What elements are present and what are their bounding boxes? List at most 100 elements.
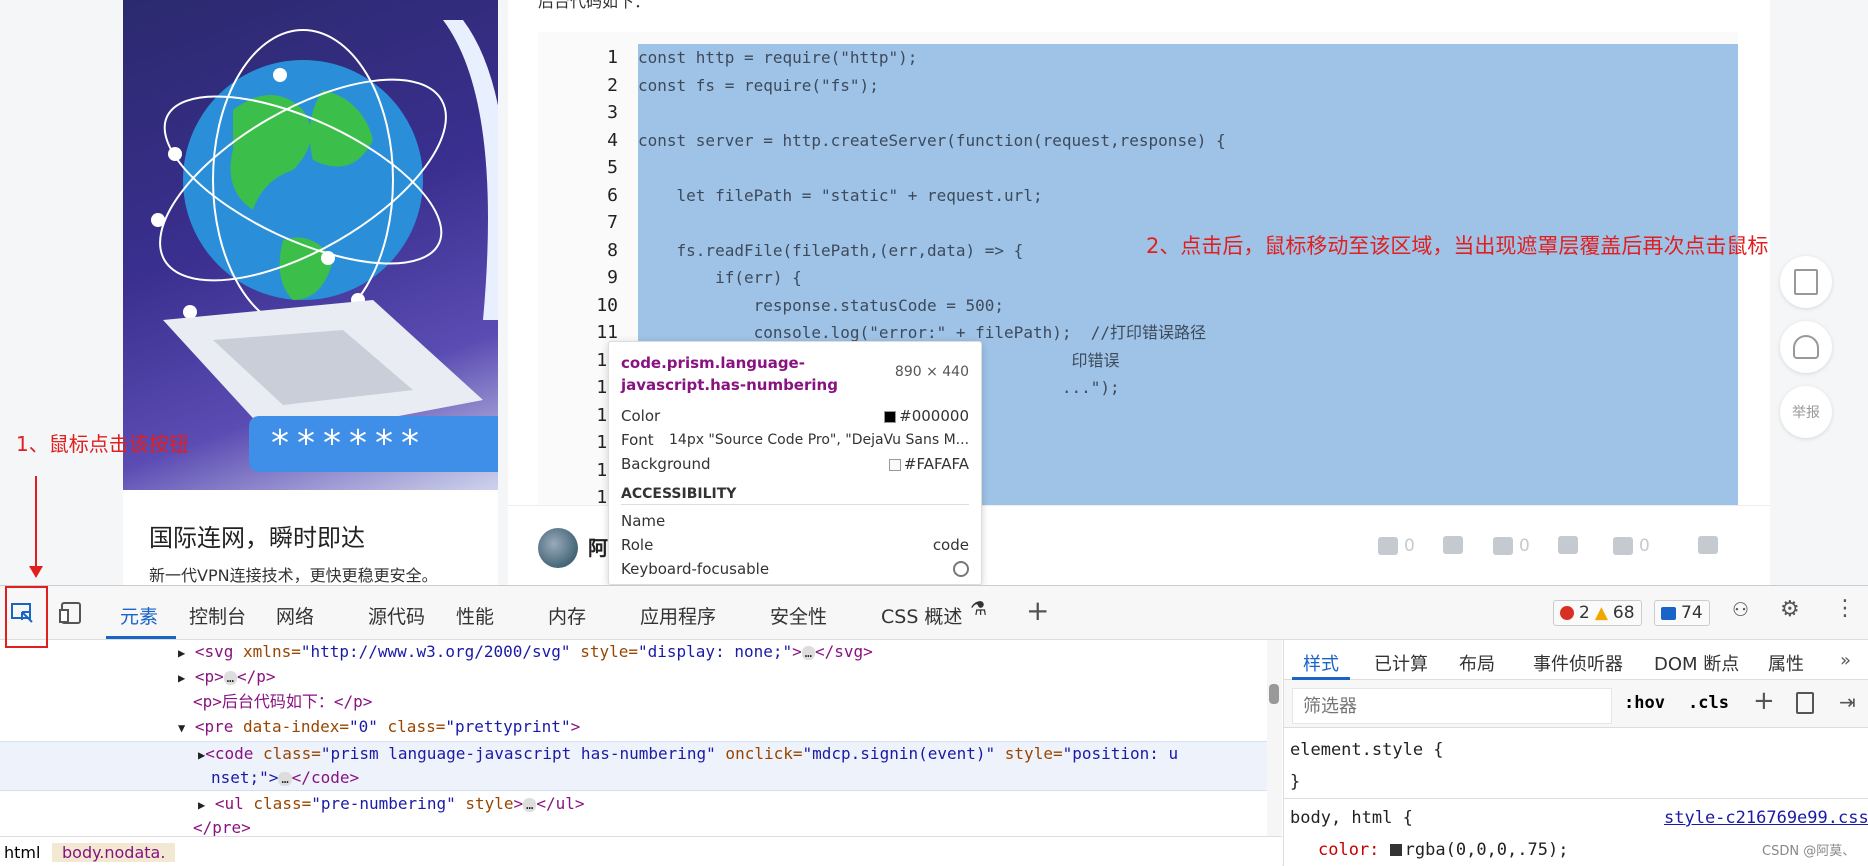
tooltip-focusable-label: Keyboard-focusable: [621, 560, 770, 578]
dom-text: style: [455, 794, 514, 813]
code-line: if(err) {: [638, 268, 802, 287]
rule-source-link[interactable]: style-c216769e99.css: [1664, 808, 1868, 828]
dom-text: <pre: [194, 717, 234, 736]
tab-layout[interactable]: 布局: [1459, 650, 1495, 676]
tab-elements[interactable]: 元素: [120, 602, 158, 629]
element-style-rule[interactable]: element.style {: [1290, 740, 1444, 760]
annotation-arrow: [35, 476, 37, 570]
tab-memory[interactable]: 内存: [548, 602, 586, 629]
settings-gear-icon[interactable]: ⚙: [1780, 597, 1800, 622]
add-tab-icon[interactable]: +: [1026, 594, 1049, 627]
annotation-step1: 1、鼠标点击该按钮: [16, 432, 189, 456]
new-rule-icon[interactable]: +: [1753, 686, 1775, 716]
tab-event-listeners[interactable]: 事件侦听器: [1533, 650, 1623, 676]
watermark: CSDN @阿莫、: [1762, 844, 1856, 859]
dom-node-p-text[interactable]: <p>后台代码如下：</p>: [193, 690, 372, 714]
tab-css-overview[interactable]: CSS 概述: [881, 602, 962, 629]
like-button[interactable]: 0: [1378, 536, 1415, 556]
code-line: const server = http.createServer(functio…: [638, 130, 1226, 150]
expand-triangle-icon: ▶: [178, 646, 186, 660]
ellipsis-badge[interactable]: …: [223, 671, 238, 685]
issues-badge[interactable]: 2 ▲ 68: [1553, 600, 1642, 626]
edit-float-button[interactable]: [1780, 256, 1832, 308]
dom-text: "prettyprint": [445, 717, 571, 736]
tooltip-name-label: Name: [621, 512, 666, 530]
dom-text: nset;">: [211, 768, 279, 787]
ellipsis-badge[interactable]: …: [523, 798, 537, 812]
warning-count: 68: [1612, 603, 1635, 623]
dom-text: "0": [349, 717, 378, 736]
tab-dom-breakpoints[interactable]: DOM 断点: [1654, 650, 1739, 676]
support-float-button[interactable]: [1780, 321, 1832, 373]
tab-performance[interactable]: 性能: [456, 602, 494, 629]
ellipsis-badge[interactable]: …: [801, 646, 815, 660]
report-button[interactable]: 举报: [1780, 386, 1832, 438]
tab-network[interactable]: 网络: [276, 602, 314, 629]
rule-property[interactable]: color: rgba(0,0,0,.75);: [1318, 840, 1568, 860]
color-swatch[interactable]: [1389, 844, 1402, 856]
connection-icon[interactable]: ⚇: [1732, 599, 1749, 621]
more-tabs-icon[interactable]: »: [1840, 650, 1851, 671]
reward-icon: [1558, 536, 1578, 554]
dom-scrollbar[interactable]: [1267, 640, 1282, 836]
collect-button[interactable]: 0: [1493, 536, 1530, 556]
styles-pane: 样式 已计算 布局 事件侦听器 DOM 断点 属性 » :hov .cls + …: [1283, 640, 1868, 866]
dom-node-code[interactable]: ▶<code class="prism language-javascript …: [198, 742, 1178, 766]
ad-title[interactable]: 国际连网，瞬时即达: [149, 518, 365, 553]
line-number: 14: [538, 402, 618, 430]
more-options-icon[interactable]: ⋮: [1834, 596, 1856, 621]
crumb-html[interactable]: html: [4, 843, 40, 862]
message-count: 74: [1681, 603, 1703, 623]
rule-selector[interactable]: body, html {: [1290, 808, 1413, 828]
reward-button[interactable]: [1558, 536, 1578, 554]
dom-text: <code: [205, 744, 254, 763]
tab-application[interactable]: 应用程序: [640, 602, 716, 629]
line-number: 11: [596, 322, 618, 343]
ad-image: ******: [123, 0, 498, 490]
hov-button[interactable]: :hov: [1624, 693, 1665, 713]
dom-text: style=: [995, 744, 1063, 763]
tab-styles[interactable]: 样式: [1303, 650, 1339, 676]
tab-sources[interactable]: 源代码: [368, 602, 425, 629]
code-line: let filePath = "static" + request.url;: [638, 185, 1043, 205]
author-avatar[interactable]: [538, 528, 578, 568]
comment-count: 0: [1639, 536, 1650, 556]
author-name[interactable]: 阿: [588, 532, 608, 561]
paint-icon[interactable]: [1796, 692, 1814, 714]
ellipsis-badge[interactable]: …: [278, 772, 292, 786]
crumb-body[interactable]: body.nodata.: [52, 843, 176, 862]
dom-node-p[interactable]: ▶ <p>… </p>: [178, 665, 276, 689]
property-value: rgba(0,0,0,.75);: [1404, 840, 1569, 860]
not-allowed-icon: [953, 561, 969, 577]
scroll-thumb[interactable]: [1269, 684, 1279, 704]
device-emulation-icon[interactable]: [58, 600, 84, 626]
dom-node-pre[interactable]: ▼ <pre data-index="0" class="prettyprint…: [178, 715, 580, 739]
cls-button[interactable]: .cls: [1688, 693, 1729, 713]
dom-text: onclick=: [715, 744, 803, 763]
messages-badge[interactable]: 74: [1654, 600, 1710, 626]
tab-properties[interactable]: 属性: [1768, 650, 1804, 676]
dom-node-ul[interactable]: ▶ <ul class="pre-numbering" style>… </ul>: [198, 792, 585, 816]
dislike-button[interactable]: [1443, 536, 1463, 554]
line-numbers: 1234567891011121314151617: [538, 44, 618, 512]
sidebar-toggle-icon[interactable]: ⇥: [1839, 690, 1856, 714]
background-swatch: [888, 458, 901, 471]
tab-console[interactable]: 控制台: [189, 602, 246, 629]
dom-node-code-cont[interactable]: nset;">… </code>: [211, 766, 359, 790]
dom-text: <ul: [214, 794, 244, 813]
annotation-step2: 2、点击后，鼠标移动至该区域，当出现遮罩层覆盖后再次点击鼠标: [1146, 234, 1769, 258]
devtools-toolbar: 元素 控制台 网络 源代码 性能 内存 应用程序 安全性 CSS 概述 ⚗ + …: [0, 586, 1868, 648]
rule-divider: [1284, 798, 1868, 799]
tab-security[interactable]: 安全性: [770, 602, 827, 629]
share-button[interactable]: [1698, 536, 1718, 554]
tab-computed[interactable]: 已计算: [1374, 650, 1428, 676]
line-number: 15: [538, 429, 618, 457]
article-paragraph: 后台代码如下：: [538, 0, 651, 11]
dom-node-svg[interactable]: ▶ <svg xmlns="http://www.w3.org/2000/svg…: [178, 640, 873, 664]
vpn-ad[interactable]: ****** 国际连网，瞬时即达 新一代VPN连接技术，更快更稳更安全。: [123, 0, 498, 585]
line-number: 16: [538, 457, 618, 485]
comment-button[interactable]: 0: [1613, 536, 1650, 556]
inspect-tooltip: code.prism.language-javascript.has-numbe…: [608, 341, 982, 585]
line-number: 2: [607, 74, 618, 96]
styles-filter-input[interactable]: [1292, 688, 1612, 724]
